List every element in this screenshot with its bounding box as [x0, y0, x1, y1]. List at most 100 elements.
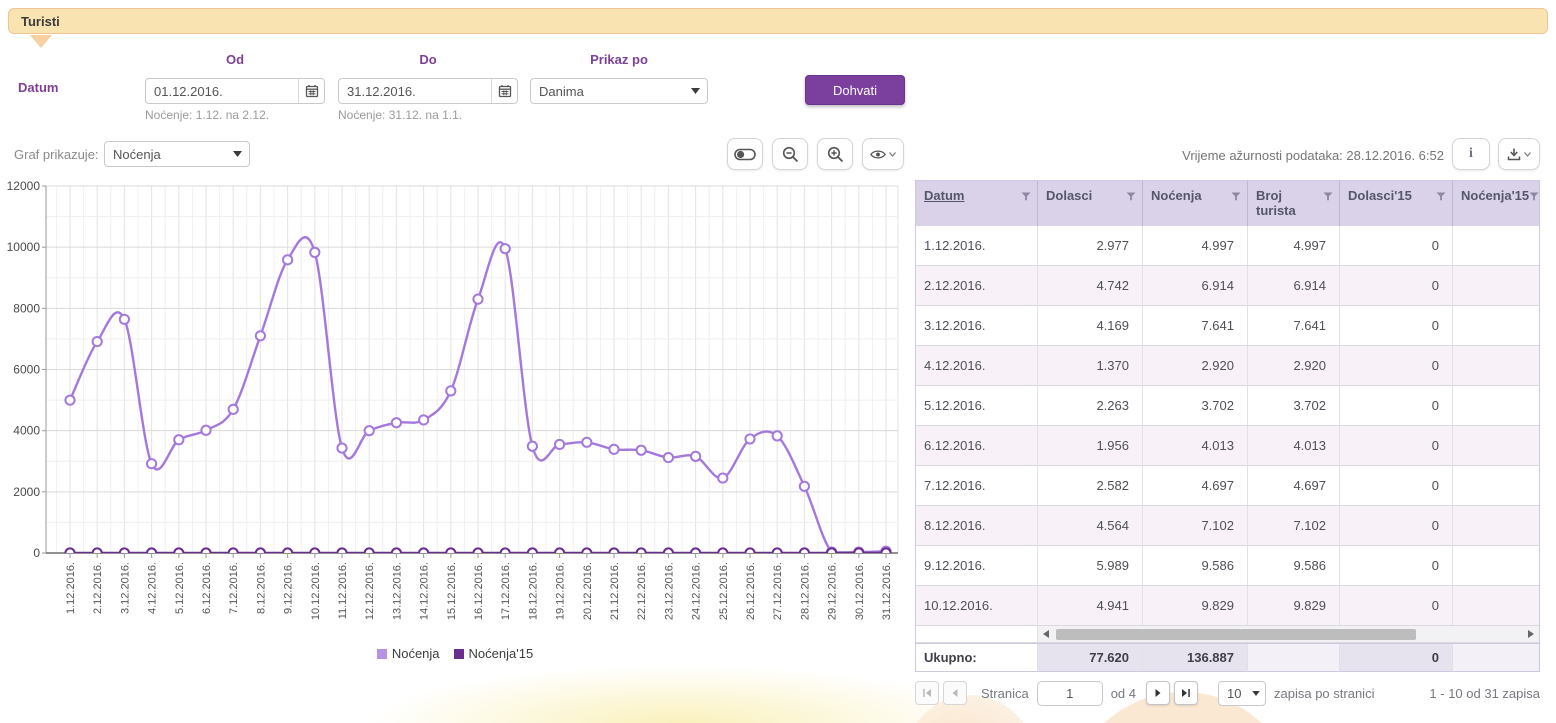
data-point[interactable] — [582, 438, 591, 447]
page-size-select[interactable]: 10 — [1218, 681, 1266, 706]
hscrollbar-track[interactable] — [1038, 626, 1539, 643]
cell-value: 9.829 — [1143, 586, 1248, 626]
data-point[interactable] — [528, 442, 537, 451]
filter-icon[interactable] — [1436, 192, 1446, 201]
table-row[interactable]: 1.12.2016.2.9774.9974.9970 — [916, 226, 1539, 266]
table-row[interactable]: 3.12.2016.4.1697.6417.6410 — [916, 306, 1539, 346]
data-point[interactable] — [93, 337, 102, 346]
cell-value: 0 — [1340, 266, 1453, 306]
data-point[interactable] — [337, 443, 346, 452]
first-page-button[interactable] — [915, 681, 939, 705]
scroll-left-icon[interactable] — [1038, 630, 1054, 638]
table-row[interactable]: 9.12.2016.5.9899.5869.5860 — [916, 546, 1539, 586]
date-from-field[interactable]: 01.12.2016. — [145, 78, 325, 104]
next-page-button[interactable] — [1146, 681, 1170, 705]
data-point[interactable] — [392, 418, 401, 427]
record-range-text: 1 - 10 od 31 zapisa — [1429, 686, 1540, 701]
data-point[interactable] — [637, 446, 646, 455]
calendar-icon[interactable] — [298, 79, 324, 103]
cell-value: 4.997 — [1248, 226, 1340, 266]
data-point[interactable] — [473, 295, 482, 304]
prev-page-button[interactable] — [943, 681, 967, 705]
data-point[interactable] — [773, 431, 782, 440]
svg-text:17.12.2016.: 17.12.2016. — [500, 562, 512, 620]
filter-icon[interactable] — [1126, 192, 1136, 201]
data-point[interactable] — [147, 459, 156, 468]
svg-text:4.12.2016.: 4.12.2016. — [147, 562, 159, 614]
filter-icon[interactable] — [1021, 192, 1031, 201]
data-point[interactable] — [664, 453, 673, 462]
filter-icon[interactable] — [1323, 192, 1333, 201]
data-point[interactable] — [256, 331, 265, 340]
tab-turisti[interactable]: Turisti — [21, 14, 60, 29]
prikaz-po-label: Prikaz po — [530, 52, 708, 67]
data-point[interactable] — [174, 435, 183, 444]
data-point[interactable] — [283, 255, 292, 264]
cell-date: 2.12.2016. — [916, 266, 1038, 306]
data-point[interactable] — [229, 405, 238, 414]
hscrollbar-thumb[interactable] — [1056, 629, 1416, 640]
data-point[interactable] — [446, 386, 455, 395]
info-button[interactable]: i — [1452, 138, 1490, 170]
do-label: Do — [338, 52, 518, 67]
data-point[interactable] — [120, 315, 129, 324]
page-number-input[interactable] — [1037, 681, 1103, 706]
frozen-column-spacer — [916, 626, 1038, 643]
data-point[interactable] — [609, 445, 618, 454]
date-to-value: 31.12.2016. — [339, 84, 491, 99]
data-point[interactable] — [310, 248, 319, 257]
cell-value: 9.586 — [1143, 546, 1248, 586]
cell-value: 6.914 — [1143, 266, 1248, 306]
calendar-icon[interactable] — [491, 79, 517, 103]
table-row[interactable]: 7.12.2016.2.5824.6974.6970 — [916, 466, 1539, 506]
data-point[interactable] — [201, 426, 210, 435]
zoom-out-button[interactable] — [772, 138, 808, 170]
table-hscrollbar[interactable] — [916, 626, 1539, 643]
cell-value: 2.263 — [1038, 386, 1143, 426]
data-point[interactable] — [501, 244, 510, 253]
column-header-dolasci-15[interactable]: Dolasci'15 — [1340, 181, 1453, 226]
totals-value: 77.620 — [1038, 644, 1143, 672]
data-point[interactable] — [365, 426, 374, 435]
cell-value: 9.829 — [1248, 586, 1340, 626]
data-point[interactable] — [800, 482, 809, 491]
chart-toggle-button[interactable] — [727, 138, 763, 170]
chevron-down-icon — [683, 88, 707, 94]
date-to-field[interactable]: 31.12.2016. — [338, 78, 518, 104]
filter-icon[interactable] — [1231, 192, 1241, 201]
data-point[interactable] — [745, 434, 754, 443]
data-point[interactable] — [691, 452, 700, 461]
svg-text:1.12.2016.: 1.12.2016. — [65, 562, 77, 614]
legend-item-no-enja-15[interactable]: Noćenja'15 — [454, 646, 534, 661]
data-point[interactable] — [65, 396, 74, 405]
prikaz-po-select[interactable]: Danima — [530, 78, 708, 104]
zoom-in-button[interactable] — [817, 138, 853, 170]
table-row[interactable]: 4.12.2016.1.3702.9202.9200 — [916, 346, 1539, 386]
svg-text:30.12.2016.: 30.12.2016. — [854, 562, 866, 620]
svg-text:13.12.2016.: 13.12.2016. — [391, 562, 403, 620]
data-point[interactable] — [718, 473, 727, 482]
scroll-right-icon[interactable] — [1523, 630, 1539, 638]
dohvati-button[interactable]: Dohvati — [805, 75, 905, 105]
graf-prikazuje-select[interactable]: Noćenja — [104, 141, 250, 167]
column-header-no-enja[interactable]: Noćenja — [1143, 181, 1248, 226]
legend-item-no-enja[interactable]: Noćenja — [377, 646, 440, 661]
column-header-no-enja-15[interactable]: Noćenja'15 — [1453, 181, 1539, 226]
table-row[interactable]: 10.12.2016.4.9419.8299.8290 — [916, 586, 1539, 626]
table-row[interactable]: 8.12.2016.4.5647.1027.1020 — [916, 506, 1539, 546]
column-header-dolasci[interactable]: Dolasci — [1038, 181, 1143, 226]
last-page-button[interactable] — [1174, 681, 1198, 705]
table-row[interactable]: 6.12.2016.1.9564.0134.0130 — [916, 426, 1539, 466]
data-point[interactable] — [555, 440, 564, 449]
cell-value — [1453, 586, 1539, 626]
chart-canvas[interactable]: 0200040006000800010000120001.12.2016.2.1… — [6, 178, 908, 650]
table-row[interactable]: 2.12.2016.4.7426.9146.9140 — [916, 266, 1539, 306]
column-header-broj-turista[interactable]: Broj turista — [1248, 181, 1340, 226]
cell-value: 2.977 — [1038, 226, 1143, 266]
table-row[interactable]: 5.12.2016.2.2633.7023.7020 — [916, 386, 1539, 426]
column-header-datum[interactable]: Datum — [916, 181, 1038, 226]
data-point[interactable] — [419, 415, 428, 424]
series-visibility-button[interactable] — [862, 138, 904, 170]
filter-icon[interactable] — [1529, 192, 1539, 201]
download-button[interactable] — [1498, 138, 1540, 170]
